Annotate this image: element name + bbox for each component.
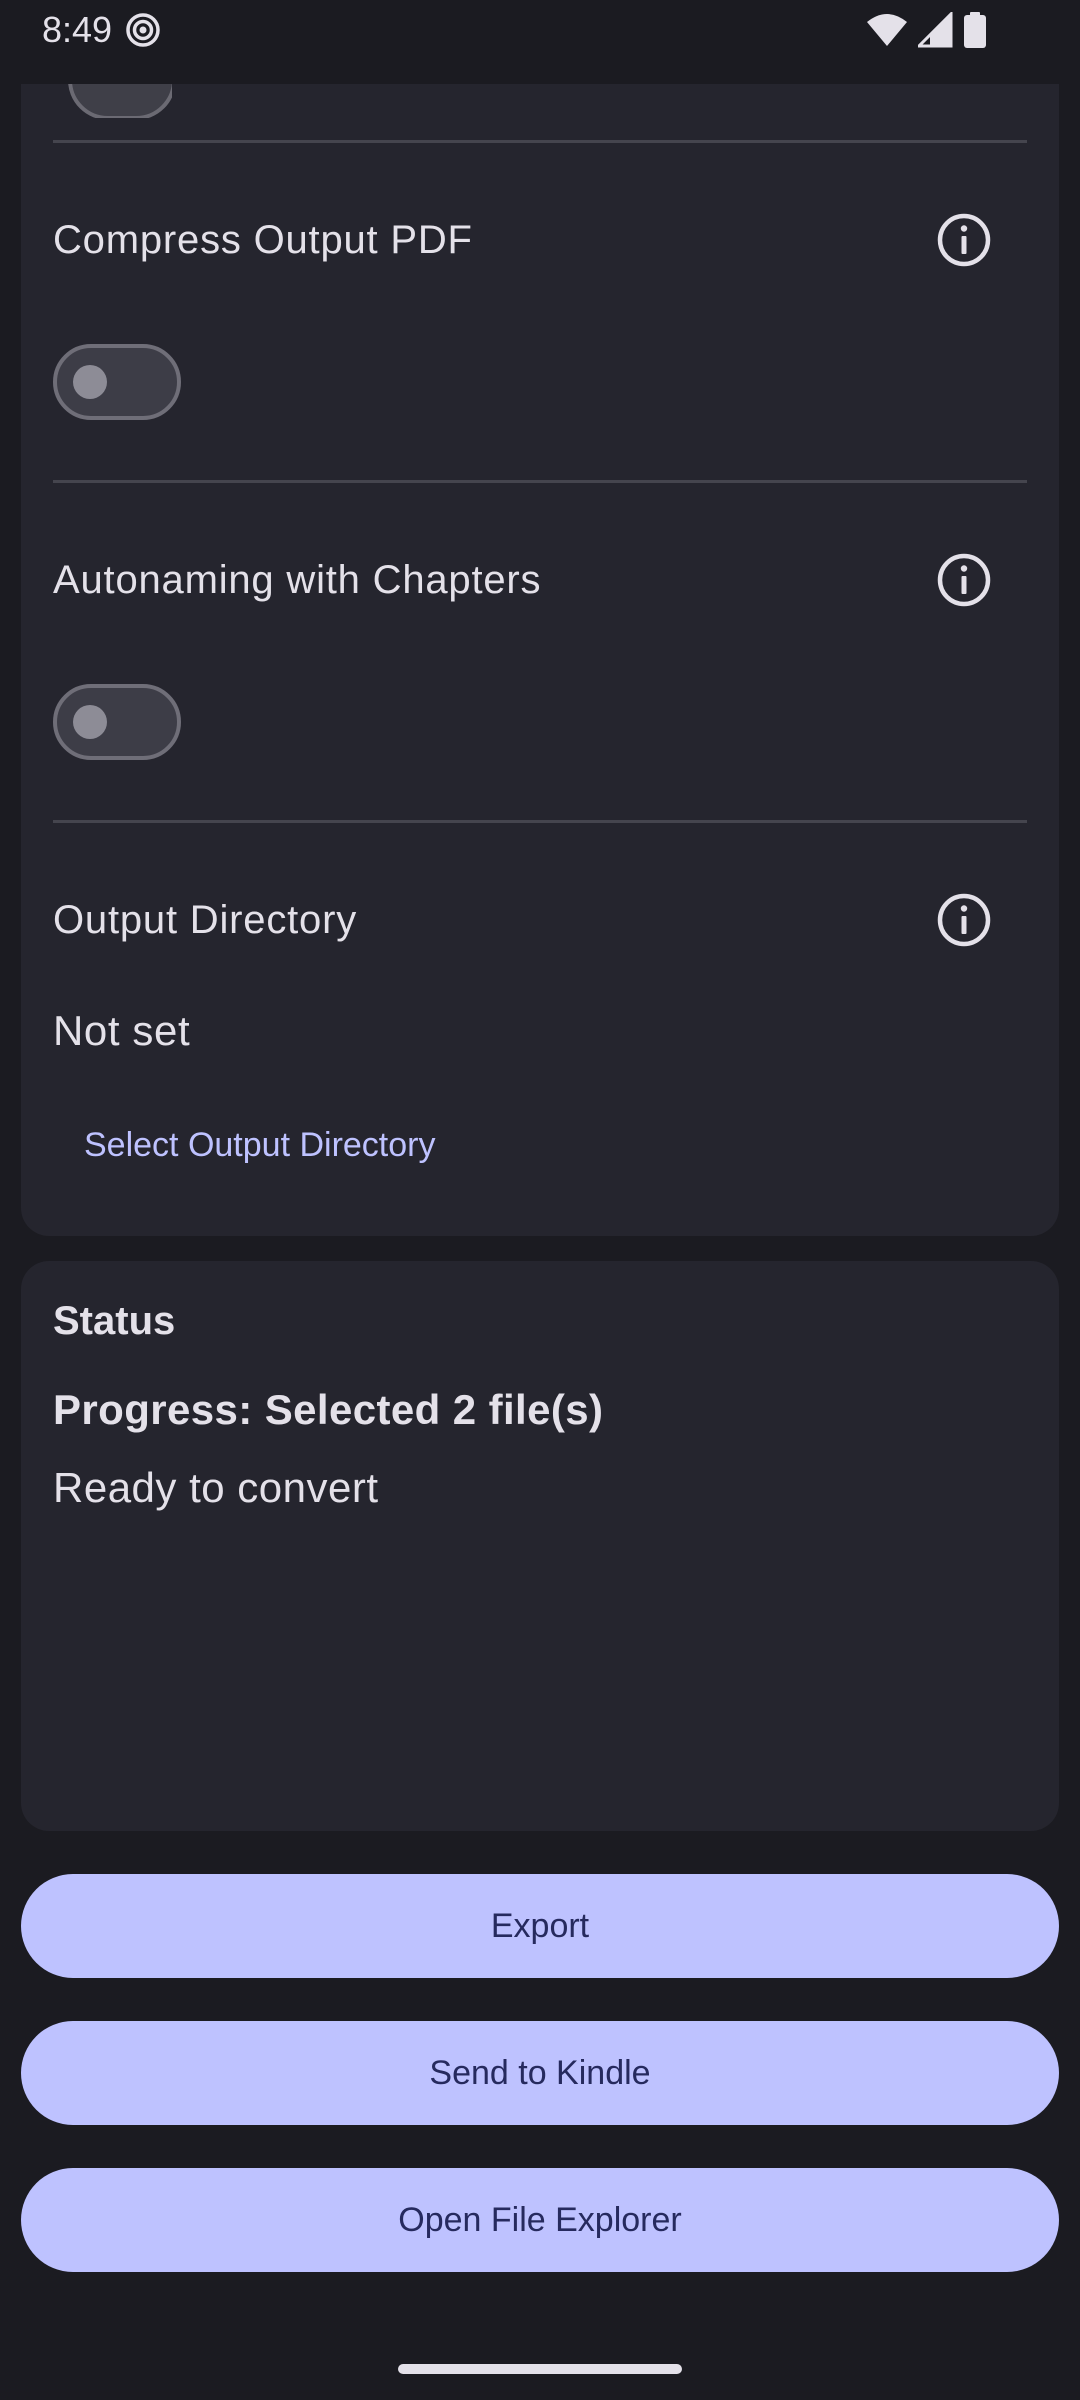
status-icons — [866, 12, 1046, 48]
info-icon[interactable] — [935, 551, 993, 609]
wifi-icon — [867, 14, 907, 46]
compress-output-toggle[interactable] — [53, 344, 181, 420]
status-bar: 8:49 — [0, 0, 1080, 84]
autonaming-toggle[interactable] — [53, 684, 181, 760]
signal-icon — [918, 12, 953, 48]
export-button[interactable]: Export — [21, 1874, 1059, 1978]
status-message: Ready to convert — [53, 1464, 379, 1511]
home-indicator[interactable] — [398, 2364, 682, 2374]
info-icon[interactable] — [935, 211, 993, 269]
battery-icon — [964, 12, 986, 48]
screen: Compress Output PDF Autonaming with Chap… — [0, 0, 1080, 2400]
previous-toggle-switch[interactable] — [68, 84, 172, 118]
open-file-explorer-button[interactable]: Open File Explorer — [21, 2168, 1059, 2272]
output-directory-value: Not set — [53, 1007, 191, 1054]
toggle-thumb — [73, 365, 107, 399]
send-to-kindle-button[interactable]: Send to Kindle — [21, 2021, 1059, 2125]
autonaming-title: Autonaming with Chapters — [53, 558, 542, 602]
toggle-thumb — [73, 705, 107, 739]
status-time: 8:49 — [42, 9, 113, 50]
status-title: Status — [53, 1299, 176, 1343]
select-output-directory-button[interactable]: Select Output Directory — [58, 1110, 461, 1180]
compress-output-title: Compress Output PDF — [53, 218, 473, 262]
app-notification-icon — [126, 13, 160, 47]
info-icon[interactable] — [935, 891, 993, 949]
progress-text: Progress: Selected 2 file(s) — [53, 1386, 604, 1433]
divider — [53, 480, 1027, 483]
output-directory-title: Output Directory — [53, 898, 358, 942]
settings-card: Compress Output PDF Autonaming with Chap… — [21, 20, 1059, 1236]
status-card: Status Progress: Selected 2 file(s) Read… — [21, 1261, 1059, 1831]
divider — [53, 820, 1027, 823]
divider — [53, 140, 1027, 143]
